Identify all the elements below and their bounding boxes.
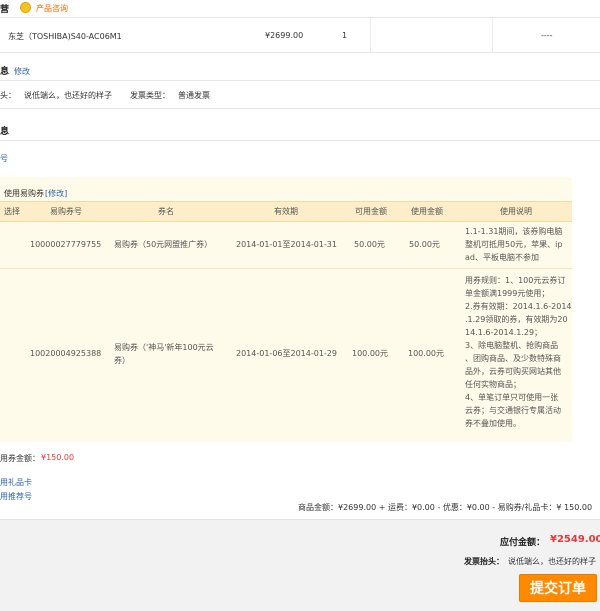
payable-amount: ¥2549.00 bbox=[550, 534, 600, 545]
order-amount-summary: 商品金额：¥2699.00 + 运费：¥0.00 - 优惠：¥0.00 - 易购… bbox=[298, 503, 593, 512]
coupon-total-value: ¥150.00 bbox=[41, 453, 75, 462]
coupon-desc-line: 券不叠加使用。 bbox=[465, 419, 521, 428]
coupon-name: 易购券（50元网盟推广券） bbox=[114, 240, 213, 249]
coupon-desc-line: 4、单笔订单只可使用一张 bbox=[465, 393, 559, 402]
section-title-coupons: 息 bbox=[0, 127, 10, 137]
coupon-desc-line: 任何实物商品； bbox=[465, 380, 521, 389]
coupon-name-line: 易购券（'神马'新年100元云 bbox=[114, 343, 214, 352]
product-qty: 1 bbox=[342, 31, 348, 40]
smiley-icon bbox=[20, 2, 31, 13]
coupon-link[interactable]: 号 bbox=[0, 153, 8, 164]
coupon-used: 100.00元 bbox=[408, 349, 444, 358]
coupon-validity: 2014-01-01至2014-01-31 bbox=[236, 240, 337, 249]
coupon-desc-line: 14.1.6-2014.1.29； bbox=[465, 328, 543, 337]
use-recommend-code-link[interactable]: 用推荐号 bbox=[0, 491, 32, 502]
invoice-header-value: 说低端么，也还好的样子 bbox=[508, 557, 596, 566]
use-coupon-edit-link[interactable]: [修改] bbox=[45, 188, 67, 199]
divider bbox=[0, 108, 600, 109]
coupon-used: 50.00元 bbox=[409, 240, 440, 249]
product-dash: ---- bbox=[541, 31, 553, 40]
coupon-desc-line: 3、除电脑整机、抢购商品 bbox=[465, 341, 559, 350]
coupon-desc-line: 整机可抵用50元，苹果、ip bbox=[465, 240, 563, 249]
coupon-desc-line: 品外，云券可购买网站其他 bbox=[465, 367, 561, 376]
invoice-title-value: 说低端么，也还好的样子 bbox=[24, 91, 112, 100]
use-coupon-label: 使用易购券 bbox=[4, 189, 44, 198]
invoice-type-value: 普通发票 bbox=[178, 91, 210, 100]
coupon-desc-line: 1.1-1.31期间，该券购电脑 bbox=[465, 227, 563, 236]
coupon-validity: 2014-01-06至2014-01-29 bbox=[236, 349, 337, 358]
invoice-type-label: 发票类型： bbox=[130, 91, 170, 100]
coupon-name-line: 券） bbox=[114, 356, 130, 365]
product-consult-link[interactable]: 产品咨询 bbox=[36, 3, 68, 14]
col-validity: 有效期 bbox=[274, 207, 298, 216]
coupon-total-label: 用券金额： bbox=[0, 454, 40, 463]
coupon-desc-line: ad、平板电脑不参加 bbox=[465, 253, 539, 262]
coupon-code: 10020004925388 bbox=[30, 349, 102, 358]
row-divider bbox=[0, 268, 572, 269]
coupon-desc-line: 单金额满1999元使用； bbox=[465, 289, 550, 298]
product-price: ¥2699.00 bbox=[265, 31, 304, 40]
coupon-desc-line: 、团购商品、及少数特殊商 bbox=[465, 354, 561, 363]
product-name[interactable]: 东芝（TOSHIBA)S40-AC06M1 bbox=[8, 31, 122, 42]
top-strip bbox=[0, 0, 600, 18]
submit-order-button[interactable]: 提交订单 bbox=[519, 574, 597, 602]
section-title-merchant: 营 bbox=[0, 5, 10, 15]
col-used: 使用金额 bbox=[411, 207, 443, 216]
coupon-desc-line: .1.29领取的券，有效期为20 bbox=[465, 315, 568, 324]
product-cell-divider bbox=[370, 18, 493, 52]
col-name: 券名 bbox=[158, 207, 174, 216]
section-title-invoice: 息 bbox=[0, 67, 10, 77]
coupon-available: 50.00元 bbox=[354, 240, 385, 249]
col-description: 使用说明 bbox=[500, 207, 532, 216]
coupon-desc-line: 云券；与交通银行专属活动 bbox=[465, 406, 561, 415]
invoice-title-label: 头： bbox=[0, 91, 16, 100]
invoice-edit-link[interactable]: 修改 bbox=[14, 66, 30, 77]
divider bbox=[0, 80, 600, 81]
coupon-desc-line: 用券规则：1、100元云券订 bbox=[465, 276, 566, 285]
col-code: 易购券号 bbox=[50, 207, 82, 216]
coupon-code: 10000027779755 bbox=[30, 240, 102, 249]
col-select: 选择 bbox=[4, 207, 20, 216]
col-available: 可用金额 bbox=[355, 207, 387, 216]
use-gift-card-link[interactable]: 用礼品卡 bbox=[0, 477, 32, 488]
payable-label: 应付金额： bbox=[500, 538, 546, 548]
divider bbox=[0, 52, 600, 53]
coupon-available: 100.00元 bbox=[352, 349, 388, 358]
coupon-desc-line: 2.券有效期：2014.1.6-2014 bbox=[465, 302, 572, 311]
divider bbox=[0, 140, 600, 141]
invoice-header-label: 发票抬头： bbox=[464, 557, 504, 566]
